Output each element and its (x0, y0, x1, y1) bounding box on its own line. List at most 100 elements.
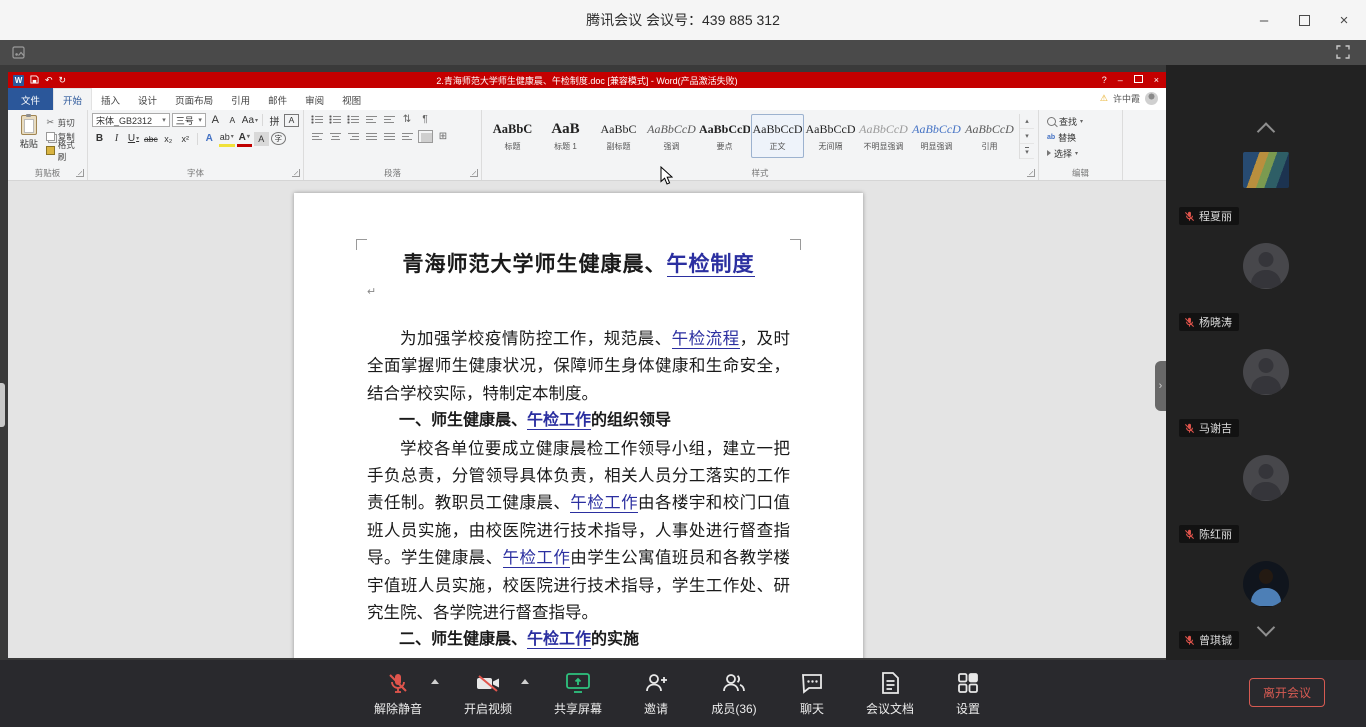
scissors-icon: ✂ (46, 117, 55, 128)
show-marks-icon[interactable]: ¶ (418, 113, 433, 126)
character-border-button[interactable]: A (284, 114, 299, 127)
participant-tile[interactable]: 陈红丽 (1166, 525, 1366, 631)
replace-button[interactable]: ab 替换 (1043, 130, 1118, 144)
select-button[interactable]: 选择 ▾ (1043, 146, 1118, 160)
style-item[interactable]: AaBbCcD要点 (698, 114, 751, 158)
superscript-button[interactable]: x² (178, 132, 193, 146)
clipboard-dialog-launcher[interactable] (76, 169, 84, 177)
format-painter-button[interactable]: 格式刷 (46, 144, 83, 157)
word-minimize-icon[interactable]: – (1118, 75, 1123, 85)
style-item[interactable]: AaBbCcD引用 (963, 114, 1016, 158)
subscript-button[interactable]: x₂ (161, 132, 176, 146)
bullets-icon[interactable] (310, 113, 325, 126)
close-icon[interactable]: × (1336, 12, 1352, 28)
settings-button[interactable]: 设置 (937, 670, 999, 717)
redo-icon[interactable]: ↻ (59, 75, 67, 85)
tab-references[interactable]: 引用 (222, 88, 259, 110)
tab-review[interactable]: 审阅 (296, 88, 333, 110)
left-panel-handle[interactable] (0, 383, 5, 427)
styles-more[interactable]: ▾ (1020, 144, 1034, 159)
mic-options-caret[interactable] (431, 679, 439, 684)
active-speaker-video-thumbnail[interactable] (1243, 152, 1289, 188)
styles-scroll-down[interactable]: ▾ (1020, 129, 1034, 144)
pinyin-guide-button[interactable]: 拼 (267, 113, 282, 127)
align-center-icon[interactable] (328, 130, 343, 143)
align-right-icon[interactable] (346, 130, 361, 143)
font-dialog-launcher[interactable] (292, 169, 300, 177)
italic-button[interactable]: I (109, 132, 124, 146)
underline-button[interactable]: U▾ (126, 132, 141, 146)
change-case-button[interactable]: Aa▾ (242, 113, 258, 127)
find-button[interactable]: 查找 ▾ (1043, 114, 1118, 128)
style-item-selected[interactable]: AaBbCcD正文 (751, 114, 804, 158)
styles-scroll-up[interactable]: ▴ (1020, 114, 1034, 129)
tab-layout[interactable]: 页面布局 (166, 88, 222, 110)
numbering-icon[interactable] (328, 113, 343, 126)
increase-indent-icon[interactable] (382, 113, 397, 126)
participant-tile[interactable]: 马谢吉 (1166, 419, 1366, 525)
video-options-caret[interactable] (521, 679, 529, 684)
participant-tile[interactable]: 杨晓涛 (1166, 313, 1366, 419)
fullscreen-icon[interactable] (1336, 45, 1350, 64)
styles-dialog-launcher[interactable] (1027, 169, 1035, 177)
word-close-icon[interactable]: × (1154, 75, 1159, 85)
tab-design[interactable]: 设计 (129, 88, 166, 110)
scroll-up-chevron-icon[interactable] (1257, 122, 1275, 140)
font-name-combo[interactable]: 宋体_GB2312▾ (92, 113, 170, 127)
layout-icon[interactable] (12, 46, 25, 64)
shrink-font-button[interactable]: A (225, 113, 240, 127)
tab-file[interactable]: 文件 (8, 88, 53, 110)
borders-icon[interactable]: ⊞ (436, 130, 451, 143)
font-size-combo[interactable]: 三号▾ (172, 113, 206, 127)
font-color-button[interactable]: A▾ (237, 130, 252, 147)
text-effects-button[interactable]: A (202, 132, 217, 146)
decrease-indent-icon[interactable] (364, 113, 379, 126)
style-item[interactable]: AaBbCcD不明显强调 (857, 114, 910, 158)
grow-font-button[interactable]: A (208, 113, 223, 127)
maximize-icon[interactable] (1296, 12, 1312, 28)
style-item[interactable]: AaBbCcD强调 (645, 114, 698, 158)
style-item[interactable]: AaBbC标题 (486, 114, 539, 158)
tab-view[interactable]: 视图 (333, 88, 370, 110)
highlight-color-button[interactable]: ab▾ (219, 130, 235, 147)
minimize-icon[interactable]: – (1256, 12, 1272, 28)
start-video-button[interactable]: 开启视频 (457, 670, 519, 717)
justify-icon[interactable] (364, 130, 379, 143)
sort-icon[interactable]: ⇅ (400, 113, 415, 126)
word-logo-icon[interactable]: W (13, 75, 24, 86)
save-icon[interactable] (30, 75, 39, 86)
cut-button[interactable]: ✂ 剪切 (46, 116, 83, 129)
sidebar-collapse-handle[interactable]: › (1155, 361, 1166, 411)
paste-button[interactable]: 粘贴 (12, 113, 46, 166)
line-spacing-icon[interactable] (400, 130, 415, 143)
paragraph-dialog-launcher[interactable] (470, 169, 478, 177)
style-item[interactable]: AaBbCcD明显强调 (910, 114, 963, 158)
multilevel-list-icon[interactable] (346, 113, 361, 126)
invite-button[interactable]: 邀请 (625, 670, 687, 717)
unmute-button[interactable]: 解除静音 (367, 670, 429, 717)
distribute-icon[interactable] (382, 130, 397, 143)
tab-insert[interactable]: 插入 (92, 88, 129, 110)
style-item[interactable]: AaBbC副标题 (592, 114, 645, 158)
tab-home[interactable]: 开始 (53, 88, 92, 110)
style-item[interactable]: AaBbCcD无间隔 (804, 114, 857, 158)
members-button[interactable]: 成员(36) (703, 670, 765, 717)
align-left-icon[interactable] (310, 130, 325, 143)
account-area[interactable]: ⚠ 许中霞 (1100, 92, 1158, 105)
shading-icon[interactable] (418, 130, 433, 143)
undo-icon[interactable]: ↶ (45, 75, 53, 85)
style-item[interactable]: AaB标题 1 (539, 114, 592, 158)
document-area: 青海师范大学师生健康晨、午检制度 ↵ 为加强学校疫情防控工作，规范晨、午检流程，… (8, 181, 1166, 658)
meeting-docs-button[interactable]: 会议文档 (859, 670, 921, 717)
leave-meeting-button[interactable]: 离开会议 (1249, 678, 1325, 707)
help-icon[interactable]: ? (1102, 75, 1107, 85)
strikethrough-button[interactable]: abc (143, 132, 159, 146)
tab-mailings[interactable]: 邮件 (259, 88, 296, 110)
word-restore-icon[interactable] (1134, 75, 1143, 85)
chat-button[interactable]: 聊天 (781, 670, 843, 717)
enclose-character-button[interactable]: 字 (271, 132, 286, 145)
character-shading-button[interactable]: A (254, 132, 269, 146)
share-screen-button[interactable]: 共享屏幕 (547, 670, 609, 717)
participant-tile[interactable]: 程夏丽 (1166, 207, 1366, 313)
bold-button[interactable]: B (92, 132, 107, 146)
